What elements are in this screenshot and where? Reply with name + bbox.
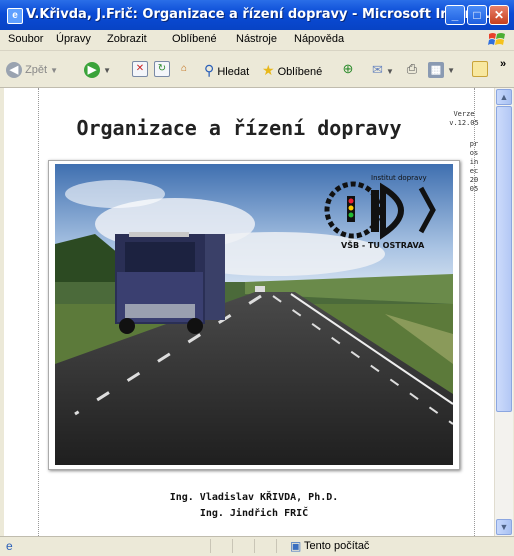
maximize-button[interactable]: □ xyxy=(467,5,487,25)
print-icon[interactable]: ⎙ xyxy=(404,61,420,77)
logo-top-text: Institut dopravy xyxy=(371,174,427,182)
version-label: Verze xyxy=(453,110,475,118)
left-dotted-guide xyxy=(38,88,39,536)
page-status-icon: e xyxy=(6,539,13,553)
search-label: Hledat xyxy=(217,66,250,78)
vertical-scrollbar[interactable]: ▲ ▼ xyxy=(494,88,513,536)
menu-zobrazit[interactable]: Zobrazit xyxy=(107,33,147,45)
page-content: Organizace a řízení dopravy Verze v.12.0… xyxy=(4,88,494,536)
page-title: Organizace a řízení dopravy xyxy=(76,116,402,140)
search-button[interactable]: ⚲ Hledat xyxy=(204,61,249,79)
computer-zone-icon: ▣ xyxy=(290,539,302,553)
star-icon: ★ xyxy=(262,62,275,78)
menu-upravy[interactable]: Úpravy xyxy=(56,33,91,45)
close-button[interactable]: ✕ xyxy=(489,5,509,25)
refresh-icon[interactable]: ↻ xyxy=(154,61,170,77)
forward-button[interactable]: ▶ ▼ xyxy=(84,61,111,79)
menubar: Soubor Úpravy Zobrazit Oblíbené Nástroje… xyxy=(0,30,514,51)
truck-graphic xyxy=(115,232,225,334)
windows-logo-icon xyxy=(488,33,505,45)
menu-nastroje[interactable]: Nástroje xyxy=(236,33,277,45)
forward-dropdown-icon[interactable]: ▼ xyxy=(103,66,111,75)
vertical-date: prosinec 2005 xyxy=(469,140,479,193)
zone-label: Tento počítač xyxy=(304,540,370,552)
status-cell xyxy=(232,539,255,553)
toolbar: ◀ Zpět ▼ ▶ ▼ ✕ ↻ ⌂ ⚲ Hledat ★ Oblíbené ⊕… xyxy=(0,51,514,88)
menu-napoveda[interactable]: Nápověda xyxy=(294,33,344,45)
author-1: Ing. Vladislav KŘIVDA, Ph.D. xyxy=(169,492,339,503)
mail-icon: ✉ xyxy=(372,62,383,77)
scroll-thumb[interactable] xyxy=(496,106,512,412)
forward-arrow-icon: ▶ xyxy=(84,62,100,79)
window-title: V.Křivda, J.Frič: Organizace a řízení do… xyxy=(26,7,496,22)
back-arrow-icon: ◀ xyxy=(6,62,22,79)
statusbar: e ▣ Tento počítač xyxy=(0,536,514,556)
mail-button[interactable]: ✉ ▼ xyxy=(372,61,394,79)
toolbar-overflow-chevron[interactable]: » xyxy=(500,55,506,73)
favorites-label: Oblíbené xyxy=(277,66,323,78)
favorites-button[interactable]: ★ Oblíbené xyxy=(262,61,322,79)
stop-icon[interactable]: ✕ xyxy=(132,61,148,77)
back-dropdown-icon[interactable]: ▼ xyxy=(50,66,58,75)
status-cell xyxy=(210,539,233,553)
hero-photo-frame: Institut dopravy VŠB - TU OSTRAVA xyxy=(48,160,460,470)
road-photo-image: Institut dopravy VŠB - TU OSTRAVA xyxy=(55,164,453,465)
edit-dropdown-icon[interactable]: ▼ xyxy=(447,66,455,75)
version-block: Verze v.12.05 xyxy=(444,110,484,128)
status-cell xyxy=(254,539,277,553)
version-value: v.12.05 xyxy=(449,119,479,127)
edit-button[interactable]: ▦ ▼ xyxy=(428,61,455,79)
status-cell xyxy=(276,539,287,553)
back-label: Zpět xyxy=(25,64,48,76)
menu-oblibene[interactable]: Oblíbené xyxy=(172,33,217,45)
messenger-icon[interactable] xyxy=(472,61,488,77)
author-2: Ing. Jindřich FRIČ xyxy=(199,508,309,519)
scroll-up-icon[interactable]: ▲ xyxy=(496,89,512,105)
search-icon: ⚲ xyxy=(204,62,215,78)
history-icon[interactable]: ⊕ xyxy=(340,61,356,77)
minimize-button[interactable]: _ xyxy=(445,5,465,25)
truck-road-photo: Institut dopravy VŠB - TU OSTRAVA xyxy=(55,164,453,465)
menu-soubor[interactable]: Soubor xyxy=(8,33,43,45)
back-button[interactable]: ◀ Zpět ▼ xyxy=(6,61,58,79)
mail-dropdown-icon[interactable]: ▼ xyxy=(386,67,394,76)
window-titlebar[interactable]: e V.Křivda, J.Frič: Organizace a řízení … xyxy=(0,0,514,30)
logo-bottom-text: VŠB - TU OSTRAVA xyxy=(341,239,425,250)
home-icon[interactable]: ⌂ xyxy=(176,61,192,77)
edit-icon: ▦ xyxy=(428,62,444,79)
ie-app-icon[interactable]: e xyxy=(7,8,23,24)
scroll-down-icon[interactable]: ▼ xyxy=(496,519,512,535)
